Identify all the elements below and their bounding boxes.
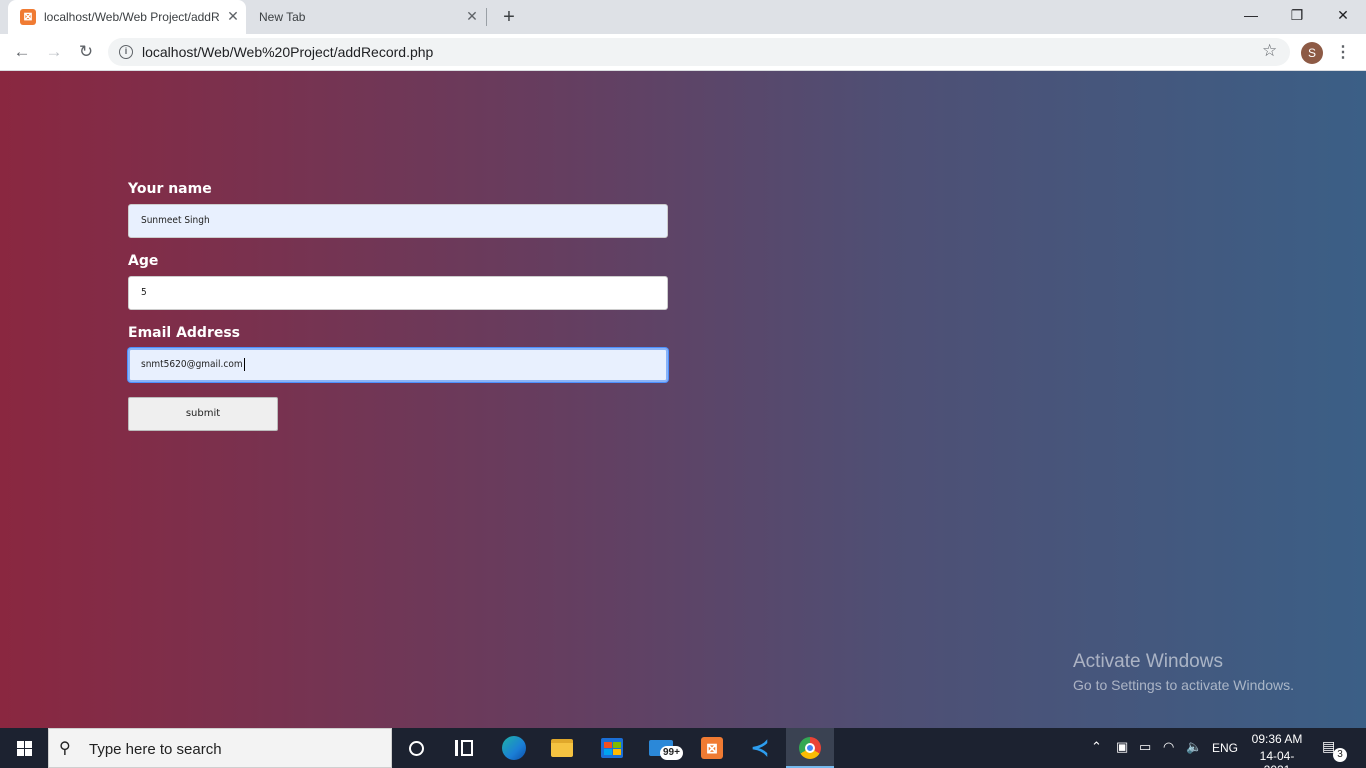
- close-window-button[interactable]: ✕: [1320, 0, 1366, 30]
- meet-icon[interactable]: ▣: [1116, 739, 1128, 755]
- reload-button[interactable]: ↻: [74, 40, 98, 64]
- cortana-icon: [409, 741, 424, 756]
- chevron-up-icon[interactable]: ⌃: [1091, 739, 1102, 755]
- store-icon: [601, 738, 623, 758]
- email-input[interactable]: snmt5620@gmail.com: [128, 348, 668, 382]
- tab-title: localhost/Web/Web Project/addR: [44, 10, 220, 24]
- forward-button[interactable]: →: [42, 40, 66, 64]
- info-icon[interactable]: i: [119, 45, 133, 59]
- task-view-icon: [455, 740, 458, 756]
- edge-icon: [502, 736, 526, 760]
- age-label: Age: [128, 253, 159, 269]
- language-indicator[interactable]: ENG: [1212, 741, 1238, 755]
- activate-windows-title: Activate Windows: [1073, 651, 1223, 672]
- folder-icon: [551, 739, 573, 757]
- tab-strip: ⊠ localhost/Web/Web Project/addR ✕ New T…: [0, 0, 1366, 34]
- start-button[interactable]: [0, 728, 48, 768]
- name-label: Your name: [128, 181, 212, 197]
- xampp-icon: ⊠: [20, 9, 36, 25]
- battery-icon[interactable]: ▭: [1139, 739, 1151, 755]
- mail-app[interactable]: 99+: [638, 728, 686, 768]
- file-explorer-app[interactable]: [540, 728, 588, 768]
- search-icon: ⚲: [59, 740, 71, 757]
- search-placeholder: Type here to search: [89, 741, 222, 758]
- profile-avatar[interactable]: S: [1301, 42, 1323, 64]
- vscode-app[interactable]: ≺: [736, 728, 784, 768]
- tab-addrecord[interactable]: ⊠ localhost/Web/Web Project/addR ✕: [8, 0, 246, 34]
- close-tab-icon[interactable]: ✕: [225, 8, 241, 24]
- address-bar[interactable]: i localhost/Web/Web%20Project/addRecord.…: [108, 38, 1290, 66]
- windows-logo-icon: [17, 741, 24, 748]
- restore-button[interactable]: ❐: [1274, 0, 1320, 30]
- tab-divider: [486, 8, 487, 26]
- edge-app[interactable]: [490, 728, 538, 768]
- submit-button[interactable]: submit: [128, 397, 278, 431]
- page-content: Your name Sunmeet Singh Age 5 Email Addr…: [0, 71, 1366, 728]
- activate-windows-subtitle: Go to Settings to activate Windows.: [1073, 677, 1294, 693]
- xampp-icon: ⊠: [701, 737, 723, 759]
- age-input[interactable]: 5: [128, 276, 668, 310]
- vscode-icon: ≺: [750, 735, 770, 760]
- more-menu-icon[interactable]: ⋮: [1333, 41, 1353, 65]
- text-caret: [243, 357, 245, 371]
- clock-time[interactable]: 09:36 AM: [1250, 732, 1304, 746]
- email-value: snmt5620@gmail.com: [141, 359, 243, 370]
- task-view-button[interactable]: [440, 728, 488, 768]
- chrome-icon: [799, 737, 821, 759]
- xampp-app[interactable]: ⊠: [688, 728, 736, 768]
- notification-count: 3: [1333, 748, 1347, 762]
- minimize-button[interactable]: —: [1228, 0, 1274, 30]
- browser-toolbar: ← → ↻ i localhost/Web/Web%20Project/addR…: [0, 34, 1366, 71]
- email-label: Email Address: [128, 325, 241, 341]
- store-app[interactable]: [588, 728, 636, 768]
- close-tab-icon[interactable]: ✕: [464, 8, 480, 24]
- volume-icon[interactable]: 🔈: [1186, 739, 1202, 755]
- tab-title: New Tab: [259, 10, 306, 24]
- url-text[interactable]: localhost/Web/Web%20Project/addRecord.ph…: [142, 44, 433, 60]
- taskbar-search-box[interactable]: ⚲ Type here to search: [48, 728, 392, 768]
- chrome-app[interactable]: [786, 728, 834, 768]
- taskbar: ⚲ Type here to search 99+ ⊠ ≺ ⌃ ▣ ▭ ◠ 🔈 …: [0, 728, 1366, 768]
- cortana-button[interactable]: [392, 728, 440, 768]
- wifi-icon[interactable]: ◠: [1163, 739, 1174, 755]
- new-tab-button[interactable]: +: [498, 6, 520, 28]
- tab-new-tab[interactable]: New Tab ✕: [246, 0, 486, 34]
- back-button[interactable]: ←: [10, 40, 34, 64]
- clock-date[interactable]: 14-04-2021: [1248, 749, 1306, 768]
- mail-badge: 99+: [660, 746, 683, 760]
- name-input[interactable]: Sunmeet Singh: [128, 204, 668, 238]
- bookmark-star-icon[interactable]: ☆: [1262, 41, 1277, 61]
